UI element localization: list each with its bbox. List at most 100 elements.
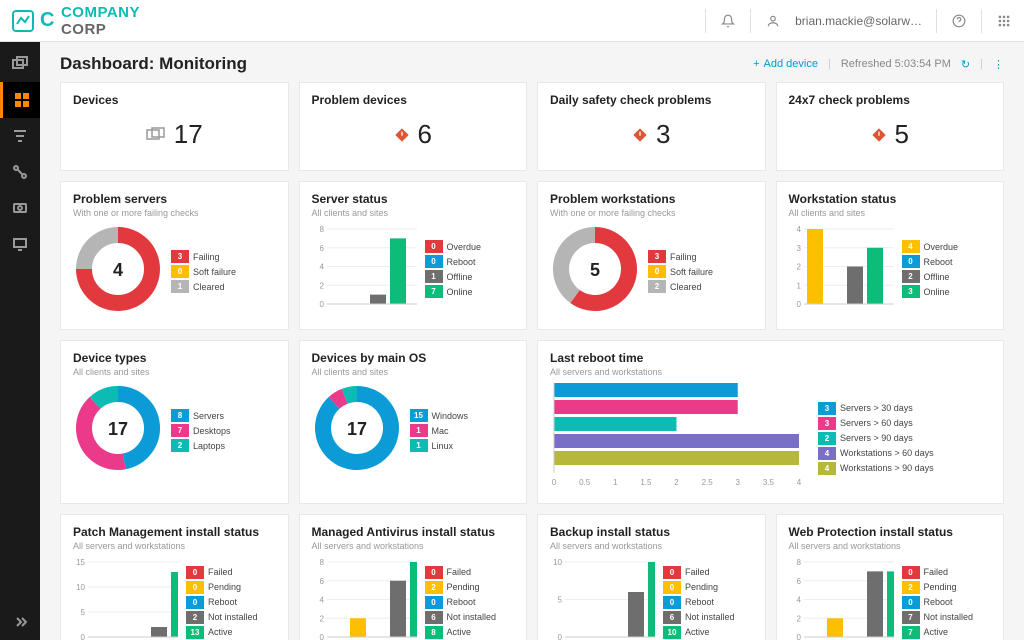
more-icon[interactable]: ⋮ xyxy=(993,58,1004,71)
legend-item: 3Failing xyxy=(171,250,236,263)
alert-icon xyxy=(871,127,887,143)
kpi-247[interactable]: 24x7 check problems 5 xyxy=(776,82,1005,171)
card-reboot[interactable]: Last reboot timeAll servers and workstat… xyxy=(537,340,1004,504)
svg-text:4: 4 xyxy=(319,263,324,272)
card-workstation-status[interactable]: Workstation statusAll clients and sites0… xyxy=(776,181,1005,330)
card-device-types[interactable]: Device typesAll clients and sites178Serv… xyxy=(60,340,289,504)
legend-item: 0Overdue xyxy=(425,240,482,253)
card-patch[interactable]: Patch Management install statusAll serve… xyxy=(60,514,289,640)
sidebar-item-overview[interactable] xyxy=(0,46,40,82)
legend: 0Failed0Pending0Reboot6Not installed10Ac… xyxy=(663,566,735,639)
add-device-button[interactable]: +Add device xyxy=(753,58,818,70)
legend-item: 7Active xyxy=(902,626,974,639)
sidebar-item-monitor[interactable] xyxy=(0,226,40,262)
legend-item: 15Windows xyxy=(410,409,469,422)
bell-icon[interactable] xyxy=(720,13,736,29)
legend-item: 0Pending xyxy=(663,581,735,594)
card-grid: Devices 17 Problem devices 6 Daily safet… xyxy=(60,82,1004,640)
legend-label: Failed xyxy=(924,567,949,577)
legend-badge: 1 xyxy=(425,270,443,283)
refresh-icon[interactable]: ↻ xyxy=(961,58,970,71)
svg-text:0: 0 xyxy=(319,633,324,640)
svg-text:5: 5 xyxy=(590,260,600,280)
legend-badge: 0 xyxy=(902,596,920,609)
legend-badge: 0 xyxy=(663,566,681,579)
content: Dashboard: Monitoring +Add device | Refr… xyxy=(40,42,1024,640)
legend-badge: 0 xyxy=(186,566,204,579)
kpi-problem-devices[interactable]: Problem devices 6 xyxy=(299,82,528,171)
svg-text:8: 8 xyxy=(319,225,324,234)
sidebar-item-dashboard[interactable] xyxy=(0,82,40,118)
legend-item: 0Soft failure xyxy=(648,265,713,278)
card-title: Devices by main OS xyxy=(312,351,515,365)
legend-item: 13Active xyxy=(186,626,258,639)
user-name[interactable]: brian.mackie@solarw… xyxy=(795,14,922,28)
legend-label: Not installed xyxy=(924,612,974,622)
legend-label: Servers > 90 days xyxy=(840,433,913,443)
legend-label: Not installed xyxy=(208,612,258,622)
legend-item: 0Soft failure xyxy=(171,265,236,278)
legend-label: Online xyxy=(447,287,473,297)
card-subtitle: All servers and workstations xyxy=(73,541,276,551)
legend-badge: 0 xyxy=(425,566,443,579)
kpi-title: Daily safety check problems xyxy=(550,93,753,107)
kpi-daily[interactable]: Daily safety check problems 3 xyxy=(537,82,766,171)
legend-item: 8Active xyxy=(425,626,497,639)
card-problem-servers[interactable]: Problem serversWith one or more failing … xyxy=(60,181,289,330)
svg-text:1: 1 xyxy=(796,281,801,290)
sidebar-item-search[interactable] xyxy=(0,190,40,226)
card-antivirus[interactable]: Managed Antivirus install statusAll serv… xyxy=(299,514,528,640)
sidebar-item-nodes[interactable] xyxy=(0,154,40,190)
legend-badge: 0 xyxy=(171,265,189,278)
legend-badge: 3 xyxy=(902,285,920,298)
legend-label: Failing xyxy=(193,252,220,262)
legend-badge: 0 xyxy=(902,566,920,579)
legend-label: Pending xyxy=(447,582,480,592)
legend-item: 0 Failed xyxy=(902,566,974,579)
legend-badge: 0 xyxy=(902,255,920,268)
legend-item: 0Pending xyxy=(186,581,258,594)
donut-chart: 4 xyxy=(73,224,163,314)
bar-chart: 01234 xyxy=(789,224,894,309)
sidebar-expand[interactable] xyxy=(0,604,40,640)
legend-badge: 7 xyxy=(171,424,189,437)
card-webprot[interactable]: Web Protection install statusAll servers… xyxy=(776,514,1005,640)
legend-label: Servers xyxy=(193,411,224,421)
legend-item: 3Online xyxy=(902,285,959,298)
svg-text:4: 4 xyxy=(319,596,324,605)
legend-item: 1Cleared xyxy=(171,280,236,293)
legend-badge: 1 xyxy=(171,280,189,293)
card-title: Last reboot time xyxy=(550,351,991,365)
legend-badge: 7 xyxy=(902,611,920,624)
kpi-devices[interactable]: Devices 17 xyxy=(60,82,289,171)
alert-icon xyxy=(632,127,648,143)
card-devices-os[interactable]: Devices by main OSAll clients and sites1… xyxy=(299,340,528,504)
help-icon[interactable] xyxy=(951,13,967,29)
card-server-status[interactable]: Server statusAll clients and sites024680… xyxy=(299,181,528,330)
legend-badge: 3 xyxy=(818,402,836,415)
apps-icon[interactable] xyxy=(996,13,1012,29)
bar-chart: 02468 xyxy=(789,557,894,640)
card-backup[interactable]: Backup install statusAll servers and wor… xyxy=(537,514,766,640)
legend-item: 2Servers > 90 days xyxy=(818,432,934,445)
svg-text:4: 4 xyxy=(796,225,801,234)
sidebar-item-filter[interactable] xyxy=(0,118,40,154)
divider: | xyxy=(980,58,983,70)
legend-label: Failing xyxy=(670,252,697,262)
legend-badge: 2 xyxy=(902,270,920,283)
legend-item: 4Overdue xyxy=(902,240,959,253)
svg-text:2: 2 xyxy=(319,281,324,290)
card-problem-workstations[interactable]: Problem workstationsWith one or more fai… xyxy=(537,181,766,330)
svg-text:2: 2 xyxy=(796,263,801,272)
legend-item: 4Workstations > 60 days xyxy=(818,447,934,460)
legend: 3Failing 0Soft failure 1Cleared xyxy=(171,250,236,293)
svg-text:6: 6 xyxy=(796,577,801,586)
divider xyxy=(750,9,751,33)
legend-item: 7Desktops xyxy=(171,424,231,437)
legend-label: Reboot xyxy=(685,597,714,607)
brand-corp: CORP xyxy=(61,21,106,38)
svg-text:10: 10 xyxy=(76,583,85,592)
svg-text:8: 8 xyxy=(319,558,324,567)
card-title: Server status xyxy=(312,192,515,206)
legend-item: 0Reboot xyxy=(663,596,735,609)
